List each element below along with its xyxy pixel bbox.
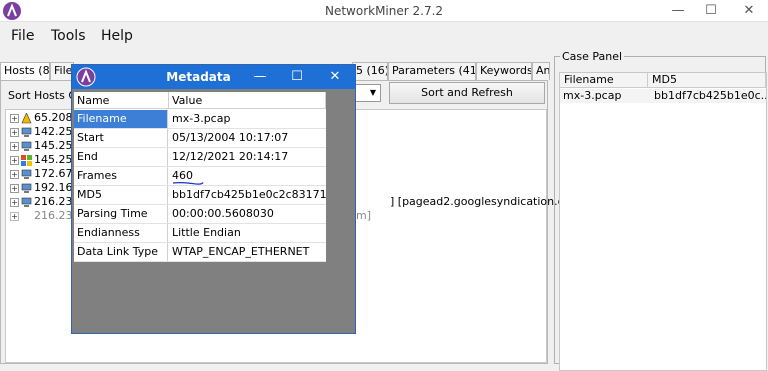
- dialog-maximize-button[interactable]: ☐: [285, 68, 309, 86]
- menu-bar: File Tools Help: [0, 22, 768, 50]
- metadata-table: Name Value Filename mx-3.pcap Start 05/1…: [74, 92, 326, 262]
- window-titlebar: NetworkMiner 2.7.2 — ☐ ✕: [0, 0, 768, 22]
- table-row[interactable]: MD5 bb1df7cb425b1e0c2c83171...: [74, 186, 326, 205]
- dialog-minimize-button[interactable]: —: [248, 68, 272, 86]
- metadata-name: Parsing Time: [74, 205, 168, 223]
- computer-icon: [21, 183, 32, 193]
- column-header-filename[interactable]: Filename: [560, 73, 648, 88]
- case-panel-frame: Filename MD5 mx-3.pcap bb1df7cb425b1e0c.…: [554, 56, 767, 371]
- tree-row[interactable]: +192.16: [10, 181, 73, 195]
- expand-icon[interactable]: +: [10, 211, 19, 221]
- metadata-name: Data Link Type: [74, 243, 168, 261]
- table-row[interactable]: Endianness Little Endian: [74, 224, 326, 243]
- tree-row[interactable]: +216.23: [10, 209, 73, 223]
- table-row[interactable]: Filename mx-3.pcap: [74, 110, 326, 129]
- case-panel: Filename MD5 mx-3.pcap bb1df7cb425b1e0c.…: [552, 50, 768, 371]
- expand-icon[interactable]: +: [10, 155, 19, 165]
- host-address: 172.67: [34, 167, 73, 180]
- expand-icon[interactable]: +: [10, 183, 19, 193]
- tab-credentials[interactable]: 5 (16): [352, 62, 388, 80]
- tree-row[interactable]: +172.67: [10, 167, 73, 181]
- host-address: 145.25: [34, 139, 73, 152]
- expand-icon[interactable]: +: [10, 127, 19, 137]
- host-address: 142.25: [34, 125, 73, 138]
- tab-keywords[interactable]: Keywords: [476, 62, 532, 80]
- metadata-value: Little Endian: [172, 226, 241, 239]
- metadata-dialog: Metadata — ☐ ✕ Name Value Filename mx-3.…: [71, 64, 356, 334]
- tree-row[interactable]: +65.208: [10, 111, 73, 125]
- dialog-titlebar[interactable]: Metadata — ☐ ✕: [72, 65, 355, 89]
- table-row[interactable]: Parsing Time 00:00:00.5608030: [74, 205, 326, 224]
- tree-row[interactable]: +216.23: [10, 195, 73, 209]
- menu-help[interactable]: Help: [101, 28, 133, 44]
- metadata-name: Filename: [74, 110, 168, 128]
- metadata-value: WTAP_ENCAP_ETHERNET: [172, 245, 310, 258]
- menu-file[interactable]: File: [11, 28, 34, 44]
- sort-and-refresh-button[interactable]: Sort and Refresh: [389, 82, 545, 104]
- host-address: 216.23: [34, 209, 73, 222]
- metadata-name: Start: [74, 129, 168, 147]
- host-address: 65.208: [34, 111, 73, 124]
- expand-icon[interactable]: +: [10, 169, 19, 179]
- maximize-button[interactable]: ☐: [696, 2, 726, 20]
- table-row[interactable]: Start 05/13/2004 10:17:07: [74, 129, 326, 148]
- computer-icon: [21, 169, 32, 179]
- linux-icon: [21, 112, 32, 123]
- case-panel-legend: Case Panel: [560, 50, 625, 63]
- pen-annotation-underline: [172, 181, 204, 185]
- metadata-value: 12/12/2021 20:14:17: [172, 150, 289, 163]
- tree-row[interactable]: +145.25: [10, 139, 73, 153]
- computer-icon: [21, 127, 32, 137]
- table-row[interactable]: Data Link Type WTAP_ENCAP_ETHERNET: [74, 243, 326, 262]
- dialog-close-button[interactable]: ✕: [323, 68, 347, 86]
- metadata-name: MD5: [74, 186, 168, 204]
- case-table: Filename MD5 mx-3.pcap bb1df7cb425b1e0c.…: [559, 72, 767, 371]
- host-address: 192.16: [34, 181, 73, 194]
- column-header-value[interactable]: Value: [169, 92, 326, 109]
- window-title: NetworkMiner 2.7.2: [324, 4, 444, 18]
- chevron-down-icon: ▼: [369, 88, 377, 97]
- expand-icon[interactable]: +: [10, 113, 19, 123]
- metadata-value: bb1df7cb425b1e0c2c83171...: [172, 188, 326, 201]
- tree-row[interactable]: +145.25: [10, 153, 73, 167]
- metadata-value: 05/13/2004 10:17:07: [172, 131, 289, 144]
- table-row[interactable]: End 12/12/2021 20:14:17: [74, 148, 326, 167]
- tree-row[interactable]: +142.25: [10, 125, 73, 139]
- expand-icon[interactable]: +: [10, 197, 19, 207]
- expand-icon[interactable]: +: [10, 141, 19, 151]
- metadata-name: End: [74, 148, 168, 166]
- tab-parameters[interactable]: Parameters (41): [388, 62, 476, 80]
- host-address: 216.23: [34, 195, 73, 208]
- computer-icon: [21, 197, 32, 207]
- close-button[interactable]: ✕: [734, 2, 764, 20]
- case-md5-cell[interactable]: bb1df7cb425b1e0c...: [648, 89, 766, 103]
- minimize-button[interactable]: —: [663, 2, 693, 20]
- column-header-name[interactable]: Name: [74, 92, 169, 109]
- case-filename-cell[interactable]: mx-3.pcap: [560, 89, 648, 103]
- menu-tools[interactable]: Tools: [51, 28, 86, 44]
- tab-anomalies[interactable]: An: [532, 62, 550, 80]
- metadata-value: 00:00:00.5608030: [172, 207, 274, 220]
- windows-icon: [21, 154, 32, 166]
- table-row[interactable]: Frames 460: [74, 167, 326, 186]
- metadata-name: Endianness: [74, 224, 168, 242]
- metadata-name: Frames: [74, 167, 168, 185]
- host-hostname: m]: [356, 209, 372, 222]
- computer-icon: [21, 141, 32, 151]
- host-address: 145.25: [34, 153, 73, 166]
- metadata-value: mx-3.pcap: [172, 112, 231, 125]
- column-header-md5[interactable]: MD5: [648, 73, 766, 88]
